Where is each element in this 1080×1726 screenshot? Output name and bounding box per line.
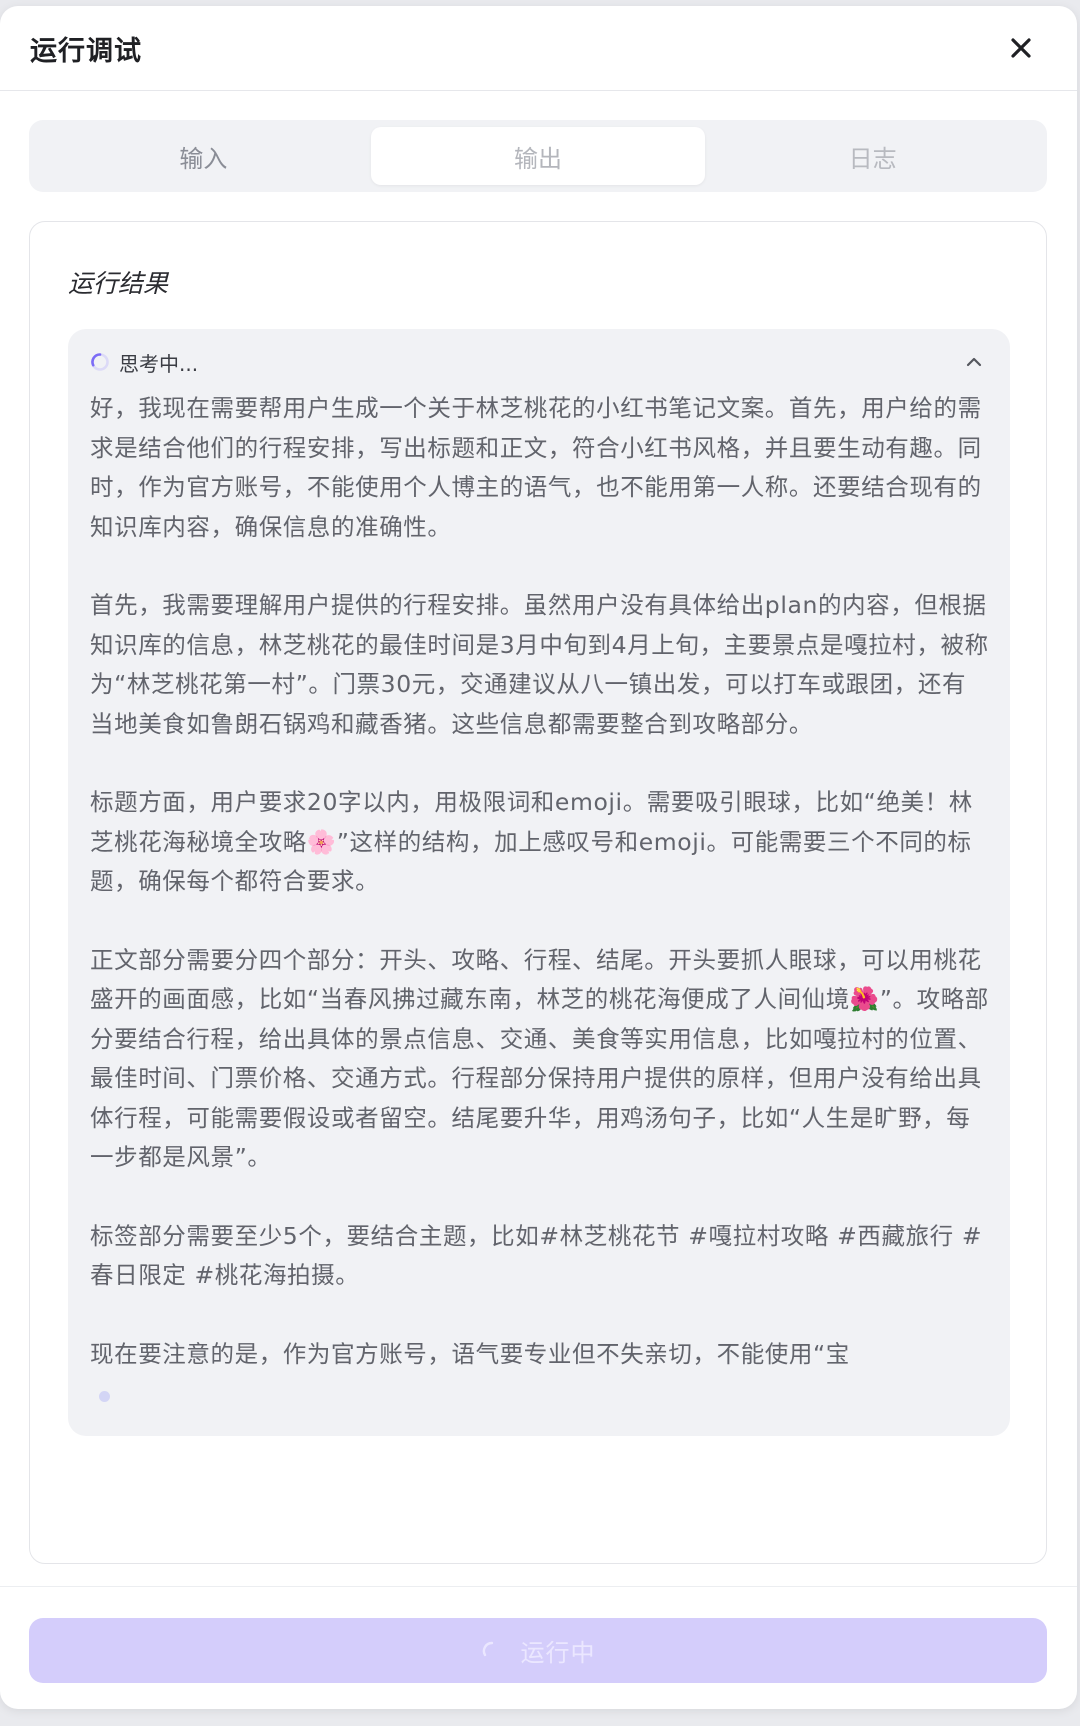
thinking-paragraph: 标签部分需要至少5个，要结合主题，比如#林芝桃花节 #嘎拉村攻略 #西藏旅行 #… [90, 1221, 983, 1290]
tab-input[interactable]: 输入 [36, 127, 371, 185]
loading-spinner-icon [91, 353, 109, 371]
tab-bar: 输入 输出 日志 [29, 120, 1047, 192]
result-panel: 运行结果 思考中... 好，我现在需要帮用户生成一个关于林芝桃花的小红书笔记文案… [29, 221, 1047, 1564]
close-button[interactable] [1003, 30, 1039, 66]
run-button[interactable]: 运行中 [29, 1618, 1047, 1683]
thinking-content: 好，我现在需要帮用户生成一个关于林芝桃花的小红书笔记文案。首先，用户给的需求是结… [90, 389, 990, 1374]
thinking-box: 思考中... 好，我现在需要帮用户生成一个关于林芝桃花的小红书笔记文案。首先，用… [68, 329, 1010, 1436]
tab-output[interactable]: 输出 [370, 127, 706, 185]
run-button-label: 运行中 [520, 1640, 596, 1667]
loading-spinner-icon [482, 1641, 493, 1656]
thinking-status: 思考中... [119, 351, 199, 376]
footer-divider [0, 1586, 1077, 1587]
result-label: 运行结果 [68, 269, 169, 298]
thinking-paragraph: 正文部分需要分四个部分：开头、攻略、行程、结尾。开头要抓人眼球，可以用桃花盛开的… [90, 945, 989, 1172]
thinking-paragraph: 现在要注意的是，作为官方账号，语气要专业但不失亲切，不能使用“宝 [90, 1339, 850, 1368]
modal-header: 运行调试 [0, 6, 1077, 91]
modal-title: 运行调试 [30, 35, 142, 67]
thinking-paragraph: 标题方面，用户要求20字以内，用极限词和emoji。需要吸引眼球，比如“绝美！林… [90, 788, 973, 895]
close-icon [1011, 38, 1031, 58]
typing-indicator [99, 1391, 110, 1402]
thinking-paragraph: 首先，我需要理解用户提供的行程安排。虽然用户没有具体给出plan的内容，但根据知… [90, 591, 989, 738]
collapse-thinking-button[interactable] [960, 348, 988, 376]
chevron-up-icon [966, 357, 982, 367]
thinking-header[interactable]: 思考中... [90, 345, 988, 379]
debug-run-modal: 运行调试 输入 输出 日志 运行结果 思考中... 好，我现在需要帮用户生成一个… [0, 6, 1077, 1709]
tab-log[interactable]: 日志 [705, 127, 1040, 185]
thinking-paragraph: 好，我现在需要帮用户生成一个关于林芝桃花的小红书笔记文案。首先，用户给的需求是结… [90, 394, 982, 541]
